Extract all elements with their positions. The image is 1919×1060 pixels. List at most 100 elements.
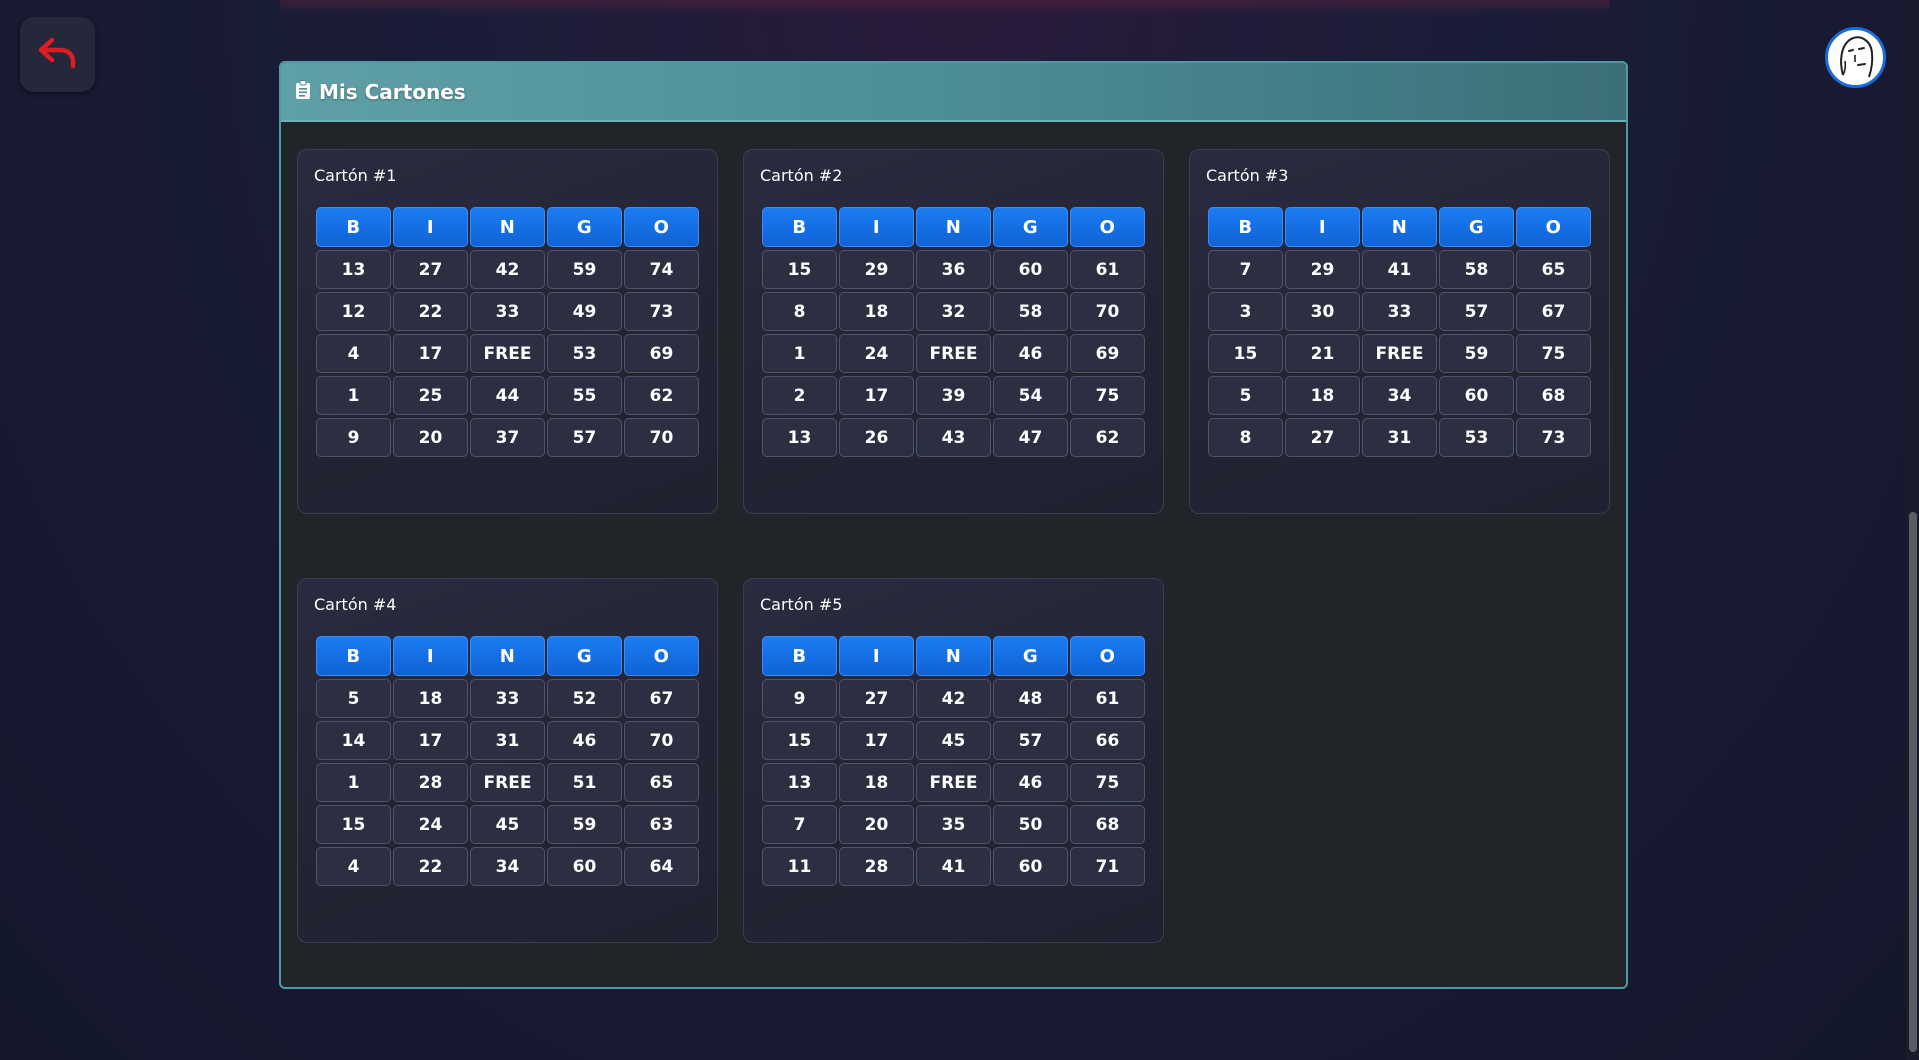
bingo-number-cell[interactable]: 22 [393, 292, 468, 331]
bingo-number-cell[interactable]: 53 [547, 334, 622, 373]
bingo-number-cell[interactable]: 41 [1362, 250, 1437, 289]
bingo-number-cell[interactable]: 26 [839, 418, 914, 457]
bingo-number-cell[interactable]: 60 [1439, 376, 1514, 415]
bingo-number-cell[interactable]: FREE [470, 334, 545, 373]
bingo-number-cell[interactable]: 15 [762, 721, 837, 760]
bingo-number-cell[interactable]: 51 [547, 763, 622, 802]
bingo-number-cell[interactable]: 59 [547, 805, 622, 844]
bingo-number-cell[interactable]: 11 [762, 847, 837, 886]
bingo-number-cell[interactable]: FREE [916, 334, 991, 373]
bingo-number-cell[interactable]: 60 [993, 847, 1068, 886]
bingo-number-cell[interactable]: 29 [839, 250, 914, 289]
bingo-number-cell[interactable]: 24 [839, 334, 914, 373]
bingo-number-cell[interactable]: 70 [1070, 292, 1145, 331]
bingo-number-cell[interactable]: 50 [993, 805, 1068, 844]
bingo-number-cell[interactable]: 44 [470, 376, 545, 415]
bingo-number-cell[interactable]: 60 [993, 250, 1068, 289]
bingo-number-cell[interactable]: 49 [547, 292, 622, 331]
bingo-number-cell[interactable]: 32 [916, 292, 991, 331]
bingo-number-cell[interactable]: 75 [1070, 763, 1145, 802]
bingo-number-cell[interactable]: 17 [393, 721, 468, 760]
bingo-number-cell[interactable]: 43 [916, 418, 991, 457]
bingo-number-cell[interactable]: 73 [1516, 418, 1591, 457]
bingo-number-cell[interactable]: 33 [1362, 292, 1437, 331]
bingo-number-cell[interactable]: 37 [470, 418, 545, 457]
bingo-number-cell[interactable]: 45 [470, 805, 545, 844]
bingo-number-cell[interactable]: 54 [993, 376, 1068, 415]
bingo-number-cell[interactable]: FREE [470, 763, 545, 802]
bingo-number-cell[interactable]: 45 [916, 721, 991, 760]
bingo-number-cell[interactable]: 59 [547, 250, 622, 289]
bingo-number-cell[interactable]: 8 [1208, 418, 1283, 457]
bingo-number-cell[interactable]: 14 [316, 721, 391, 760]
bingo-number-cell[interactable]: 63 [624, 805, 699, 844]
bingo-number-cell[interactable]: 39 [916, 376, 991, 415]
bingo-number-cell[interactable]: 18 [1285, 376, 1360, 415]
bingo-number-cell[interactable]: 70 [624, 418, 699, 457]
bingo-number-cell[interactable]: 41 [916, 847, 991, 886]
bingo-number-cell[interactable]: 5 [316, 679, 391, 718]
bingo-number-cell[interactable]: 31 [1362, 418, 1437, 457]
bingo-number-cell[interactable]: 75 [1516, 334, 1591, 373]
bingo-number-cell[interactable]: 65 [1516, 250, 1591, 289]
bingo-number-cell[interactable]: 55 [547, 376, 622, 415]
bingo-number-cell[interactable]: 13 [762, 418, 837, 457]
bingo-number-cell[interactable]: 25 [393, 376, 468, 415]
bingo-number-cell[interactable]: 34 [1362, 376, 1437, 415]
bingo-number-cell[interactable]: 33 [470, 292, 545, 331]
bingo-number-cell[interactable]: 27 [839, 679, 914, 718]
bingo-number-cell[interactable]: 69 [1070, 334, 1145, 373]
bingo-number-cell[interactable]: 21 [1285, 334, 1360, 373]
bingo-number-cell[interactable]: 15 [316, 805, 391, 844]
bingo-number-cell[interactable]: 12 [316, 292, 391, 331]
bingo-number-cell[interactable]: 62 [1070, 418, 1145, 457]
bingo-number-cell[interactable]: 24 [393, 805, 468, 844]
bingo-number-cell[interactable]: 46 [993, 763, 1068, 802]
bingo-number-cell[interactable]: 69 [624, 334, 699, 373]
bingo-number-cell[interactable]: 3 [1208, 292, 1283, 331]
bingo-number-cell[interactable]: 57 [1439, 292, 1514, 331]
bingo-number-cell[interactable]: 18 [393, 679, 468, 718]
bingo-number-cell[interactable]: 13 [316, 250, 391, 289]
bingo-number-cell[interactable]: 74 [624, 250, 699, 289]
bingo-number-cell[interactable]: 18 [839, 292, 914, 331]
bingo-number-cell[interactable]: 20 [393, 418, 468, 457]
bingo-number-cell[interactable]: 7 [762, 805, 837, 844]
bingo-number-cell[interactable]: 28 [839, 847, 914, 886]
bingo-number-cell[interactable]: 4 [316, 334, 391, 373]
bingo-number-cell[interactable]: 57 [547, 418, 622, 457]
bingo-number-cell[interactable]: 60 [547, 847, 622, 886]
bingo-number-cell[interactable]: 46 [547, 721, 622, 760]
bingo-number-cell[interactable]: 9 [316, 418, 391, 457]
bingo-number-cell[interactable]: 29 [1285, 250, 1360, 289]
bingo-number-cell[interactable]: 47 [993, 418, 1068, 457]
bingo-number-cell[interactable]: 1 [316, 376, 391, 415]
bingo-number-cell[interactable]: 73 [624, 292, 699, 331]
bingo-number-cell[interactable]: 9 [762, 679, 837, 718]
bingo-number-cell[interactable]: 20 [839, 805, 914, 844]
bingo-number-cell[interactable]: 17 [839, 721, 914, 760]
bingo-number-cell[interactable]: 57 [993, 721, 1068, 760]
bingo-number-cell[interactable]: 28 [393, 763, 468, 802]
bingo-number-cell[interactable]: 68 [1516, 376, 1591, 415]
bingo-number-cell[interactable]: 7 [1208, 250, 1283, 289]
bingo-number-cell[interactable]: FREE [916, 763, 991, 802]
bingo-number-cell[interactable]: 1 [316, 763, 391, 802]
bingo-number-cell[interactable]: 58 [993, 292, 1068, 331]
bingo-number-cell[interactable]: 58 [1439, 250, 1514, 289]
bingo-number-cell[interactable]: 35 [916, 805, 991, 844]
user-avatar[interactable] [1825, 27, 1886, 88]
bingo-number-cell[interactable]: 68 [1070, 805, 1145, 844]
bingo-number-cell[interactable]: 36 [916, 250, 991, 289]
bingo-number-cell[interactable]: 46 [993, 334, 1068, 373]
bingo-number-cell[interactable]: 62 [624, 376, 699, 415]
bingo-number-cell[interactable]: 18 [839, 763, 914, 802]
bingo-number-cell[interactable]: 64 [624, 847, 699, 886]
bingo-number-cell[interactable]: 71 [1070, 847, 1145, 886]
bingo-number-cell[interactable]: 67 [624, 679, 699, 718]
bingo-number-cell[interactable]: 67 [1516, 292, 1591, 331]
bingo-number-cell[interactable]: 17 [839, 376, 914, 415]
bingo-number-cell[interactable]: 2 [762, 376, 837, 415]
bingo-number-cell[interactable]: 27 [1285, 418, 1360, 457]
scrollbar-thumb[interactable] [1909, 512, 1917, 1052]
